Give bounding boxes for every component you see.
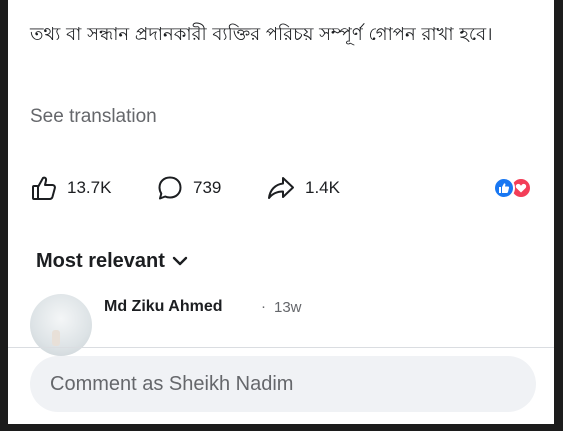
- comment-sort-dropdown[interactable]: Most relevant: [36, 250, 188, 273]
- thumbs-up-icon: [30, 174, 58, 202]
- post-text: তথ্য বা সন্ধান প্রদানকারী ব্যক্তির পরিচয…: [30, 24, 493, 45]
- divider: [8, 347, 554, 348]
- comment-time[interactable]: 13w: [274, 299, 302, 316]
- share-button[interactable]: 1.4K: [266, 168, 340, 208]
- post-panel: তথ্য বা সন্ধান প্রদানকারী ব্যক্তির পরিচয…: [8, 0, 554, 424]
- sort-label: Most relevant: [36, 250, 165, 272]
- comment-input[interactable]: [30, 356, 536, 412]
- avatar-figure: [52, 330, 60, 346]
- window-edge: [554, 0, 563, 431]
- share-arrow-icon: [266, 174, 296, 202]
- action-bar: 13.7K 739 1.4K: [8, 168, 554, 208]
- see-translation-link[interactable]: See translation: [30, 106, 157, 128]
- share-count: 1.4K: [305, 178, 340, 197]
- comment-button[interactable]: 739: [156, 168, 221, 208]
- comment-author[interactable]: Md Ziku Ahmed: [104, 298, 223, 316]
- comment-separator: ·: [261, 298, 266, 315]
- comment-item: Md Ziku Ahmed · 13w: [30, 292, 540, 356]
- comment-bubble-icon: [156, 174, 184, 202]
- like-count: 13.7K: [67, 178, 112, 197]
- like-button[interactable]: 13.7K: [30, 168, 111, 208]
- comment-count: 739: [193, 178, 222, 197]
- chevron-down-icon: [165, 250, 188, 273]
- like-icon: [493, 177, 515, 199]
- reaction-summary[interactable]: [493, 177, 541, 199]
